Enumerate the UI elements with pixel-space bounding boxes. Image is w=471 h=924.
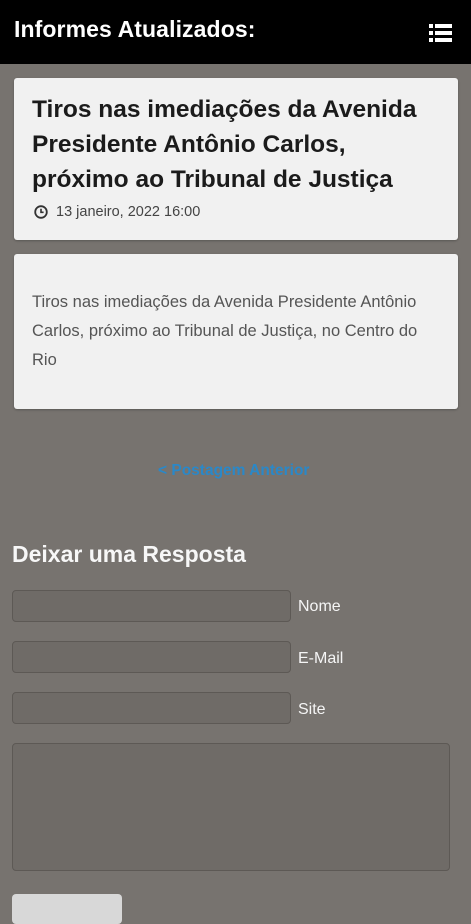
email-label: E-Mail [298, 650, 344, 667]
site-label: Site [298, 701, 326, 718]
post-header-card: Tiros nas imediações da Avenida Presiden… [14, 78, 458, 240]
post-date: 13 janeiro, 2022 16:00 [34, 204, 200, 220]
post-body-text: Tiros nas imediações da Avenida Presiden… [32, 293, 418, 369]
post-date-text: 13 janeiro, 2022 16:00 [56, 204, 201, 220]
site-input[interactable] [12, 692, 291, 724]
submit-button[interactable] [12, 894, 122, 924]
post-body-card: Tiros nas imediações da Avenida Presiden… [14, 254, 458, 409]
app-bar: Informes Atualizados: [0, 0, 471, 64]
reply-heading: Deixar uma Resposta [12, 541, 246, 567]
message-textarea[interactable] [12, 743, 450, 871]
list-menu-icon [429, 24, 452, 42]
app-title: Informes Atualizados: [14, 16, 256, 42]
list-menu-button[interactable] [426, 20, 456, 46]
post-title: Tiros nas imediações da Avenida Presiden… [32, 96, 417, 193]
name-label: Nome [298, 598, 341, 615]
previous-post-link[interactable]: < Postagem Anterior [158, 462, 309, 480]
email-input[interactable] [12, 641, 291, 673]
clock-icon [34, 205, 48, 219]
name-input[interactable] [12, 590, 291, 622]
